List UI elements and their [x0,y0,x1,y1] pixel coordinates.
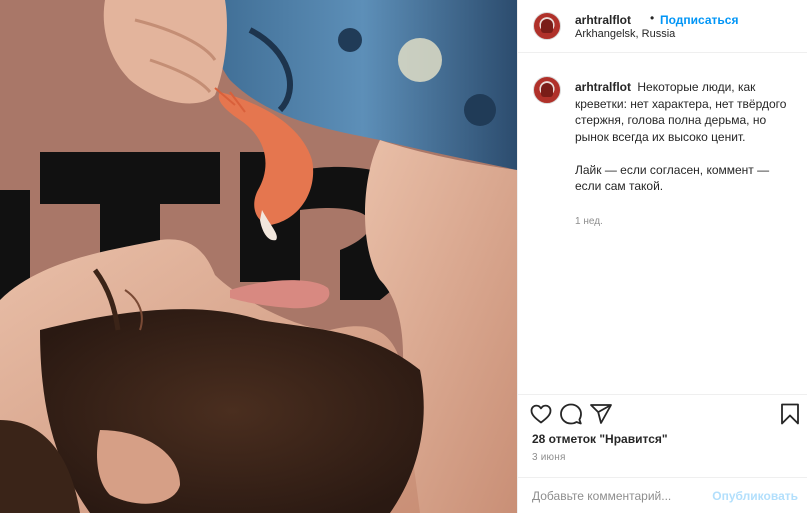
instagram-post: arhtralflot • Подписаться Arkhangelsk, R… [0,0,807,513]
post-sidebar: arhtralflot • Подписаться Arkhangelsk, R… [517,0,807,513]
header-separator: • [650,11,655,25]
avatar-logo-icon [541,83,553,97]
caption-paragraph-2: Лайк — если согласен, коммент — если сам… [575,162,770,194]
comment-form: Опубликовать [518,477,807,513]
avatar-logo-icon [541,19,553,33]
publish-button[interactable]: Опубликовать [712,489,798,503]
comment-input[interactable] [532,487,712,505]
comment-icon[interactable] [559,402,583,426]
author-avatar[interactable] [533,12,561,40]
bookmark-icon[interactable] [778,402,802,426]
caption-text: arhtralflot Некоторые люди, как креветки… [575,79,797,195]
heart-icon[interactable] [529,402,553,426]
follow-button[interactable]: Подписаться [660,13,738,27]
post-header: arhtralflot • Подписаться Arkhangelsk, R… [518,0,807,53]
post-date[interactable]: 3 июня [532,452,566,463]
caption-section: arhtralflot Некоторые люди, как креветки… [518,54,807,394]
caption-time[interactable]: 1 нед. [575,216,603,227]
likes-count[interactable]: 28 отметок "Нравится" [532,432,668,446]
author-username[interactable]: arhtralflot [575,13,631,27]
share-icon[interactable] [589,402,613,426]
photo-illustration [0,0,517,513]
caption-avatar[interactable] [533,76,561,104]
caption-username[interactable]: arhtralflot [575,80,631,94]
post-location[interactable]: Arkhangelsk, Russia [575,28,675,40]
post-photo[interactable] [0,0,517,513]
